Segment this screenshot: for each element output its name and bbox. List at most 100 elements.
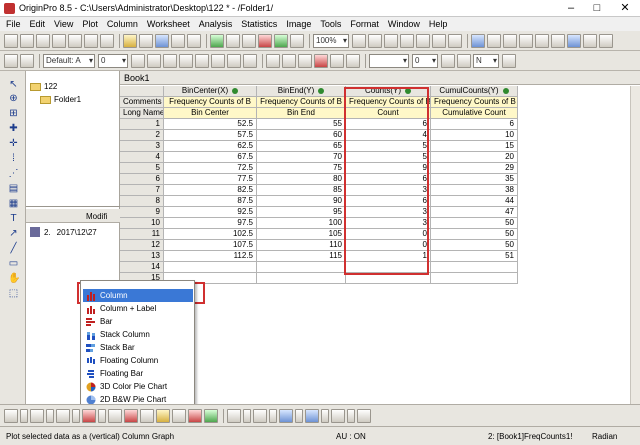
- 3d-surface-icon[interactable]: [227, 408, 241, 423]
- rectangle-icon[interactable]: ▭: [8, 258, 19, 269]
- screen-reader-icon[interactable]: ✚: [8, 123, 19, 134]
- menu-item-stack-column[interactable]: Stack Column: [83, 328, 193, 341]
- menu-format[interactable]: Format: [350, 19, 379, 29]
- new-matrix-icon[interactable]: [52, 33, 66, 48]
- 3d-wire-dropdown-icon[interactable]: [321, 408, 329, 423]
- menu-item-floating-column[interactable]: Floating Column: [83, 354, 193, 367]
- 3d-dropdown-icon[interactable]: [243, 408, 251, 423]
- table-cell[interactable]: 51: [431, 251, 518, 262]
- new-notes-icon[interactable]: [100, 33, 114, 48]
- row-number[interactable]: 2: [120, 130, 164, 141]
- transpose-icon[interactable]: [599, 33, 613, 48]
- matrix-icon[interactable]: [357, 408, 371, 423]
- table-cell[interactable]: 50: [431, 240, 518, 251]
- row-number[interactable]: 6: [120, 174, 164, 185]
- row-number[interactable]: 3: [120, 141, 164, 152]
- font-size-select[interactable]: 0: [98, 53, 128, 68]
- new-layout-icon[interactable]: [84, 33, 98, 48]
- long-name-cell[interactable]: Cumulative Count: [431, 108, 518, 119]
- menu-tools[interactable]: Tools: [320, 19, 341, 29]
- maximize-icon[interactable]: □: [584, 0, 610, 16]
- 3d-bars-dropdown-icon[interactable]: [269, 408, 277, 423]
- add-new-columns-icon[interactable]: [471, 33, 485, 48]
- more-format-icon[interactable]: [502, 53, 516, 68]
- results-log-icon[interactable]: [400, 33, 414, 48]
- menu-file[interactable]: File: [6, 19, 21, 29]
- import-single-icon[interactable]: [226, 33, 240, 48]
- text-icon[interactable]: T: [8, 213, 19, 224]
- table-cell[interactable]: 29: [431, 163, 518, 174]
- menu-analysis[interactable]: Analysis: [199, 19, 233, 29]
- subscript-icon[interactable]: [195, 53, 209, 68]
- line-plot-icon[interactable]: [4, 408, 18, 423]
- 3d-scatter-dropdown-icon[interactable]: [295, 408, 303, 423]
- table-cell[interactable]: 92.5: [164, 207, 257, 218]
- table-cell[interactable]: 65: [257, 141, 346, 152]
- table-cell[interactable]: 87.5: [164, 196, 257, 207]
- center-align-icon[interactable]: [282, 53, 296, 68]
- menu-item-floating-bar[interactable]: Floating Bar: [83, 367, 193, 380]
- table-cell[interactable]: 112.5: [164, 251, 257, 262]
- project-explorer-icon[interactable]: [384, 33, 398, 48]
- menu-window[interactable]: Window: [388, 19, 420, 29]
- row-number[interactable]: 10: [120, 218, 164, 229]
- save-icon[interactable]: [155, 33, 169, 48]
- table-cell[interactable]: 55: [257, 119, 346, 130]
- vertical-scrollbar[interactable]: [630, 86, 640, 404]
- set-column-values-icon[interactable]: [567, 33, 581, 48]
- modified-column-header[interactable]: Modifi: [86, 212, 107, 221]
- row-number[interactable]: 12: [120, 240, 164, 251]
- special-plot-icon[interactable]: [188, 408, 202, 423]
- table-cell[interactable]: 38: [431, 185, 518, 196]
- comment-cell[interactable]: Frequency Counts of B: [257, 97, 346, 108]
- scatter-plot-icon[interactable]: [30, 408, 44, 423]
- symbol-icon[interactable]: [457, 53, 471, 68]
- column-plot-button-icon[interactable]: [82, 408, 96, 423]
- line-symbol-plot-icon[interactable]: [56, 408, 70, 423]
- command-window-icon[interactable]: [432, 33, 446, 48]
- table-cell[interactable]: 6: [431, 119, 518, 130]
- decrease-font-icon[interactable]: [243, 53, 257, 68]
- zoom-out-icon[interactable]: [368, 33, 382, 48]
- explorer-splitter[interactable]: [26, 206, 120, 207]
- scatter-dropdown-icon[interactable]: [46, 408, 54, 423]
- table-cell[interactable]: 100: [257, 218, 346, 229]
- contour-plot-icon[interactable]: [156, 408, 170, 423]
- menu-item-3d-color-pie[interactable]: 3D Color Pie Chart: [83, 380, 193, 393]
- image-plot-icon[interactable]: [331, 408, 345, 423]
- column-dropdown-icon[interactable]: [98, 408, 106, 423]
- minimize-icon[interactable]: –: [558, 0, 584, 16]
- export-icon[interactable]: [187, 33, 201, 48]
- table-cell[interactable]: 44: [431, 196, 518, 207]
- region-icon[interactable]: ⬚: [8, 288, 19, 299]
- column-statistics-icon[interactable]: [519, 33, 533, 48]
- pointer-tool-icon[interactable]: [4, 53, 18, 68]
- template-library-icon[interactable]: [204, 408, 218, 423]
- line-width-select[interactable]: 0: [412, 53, 438, 68]
- column-header[interactable]: BinCenter(X): [164, 86, 257, 97]
- superscript-icon[interactable]: [179, 53, 193, 68]
- menu-item-column-label[interactable]: Column + Label: [83, 302, 193, 315]
- line-icon[interactable]: ╱: [8, 243, 19, 254]
- menu-view[interactable]: View: [54, 19, 73, 29]
- underline-icon[interactable]: [163, 53, 177, 68]
- table-cell[interactable]: 110: [257, 240, 346, 251]
- statistical-plot-icon[interactable]: [124, 408, 138, 423]
- table-cell[interactable]: 50: [431, 229, 518, 240]
- save-template-icon[interactable]: [171, 33, 185, 48]
- fill-color-icon[interactable]: [330, 53, 344, 68]
- row-number[interactable]: 7: [120, 185, 164, 196]
- row-number[interactable]: 14: [120, 262, 164, 273]
- menu-help[interactable]: Help: [429, 19, 448, 29]
- table-cell[interactable]: 80: [257, 174, 346, 185]
- table-cell[interactable]: 50: [431, 218, 518, 229]
- table-cell[interactable]: [431, 273, 518, 284]
- new-graph-icon[interactable]: [36, 33, 50, 48]
- left-align-icon[interactable]: [266, 53, 280, 68]
- duplicate-icon[interactable]: [274, 33, 288, 48]
- table-cell[interactable]: 52.5: [164, 119, 257, 130]
- multi-curve-icon[interactable]: [108, 408, 122, 423]
- menu-item-bar[interactable]: Bar: [83, 315, 193, 328]
- open-template-icon[interactable]: [139, 33, 153, 48]
- 3d-wire-icon[interactable]: [305, 408, 319, 423]
